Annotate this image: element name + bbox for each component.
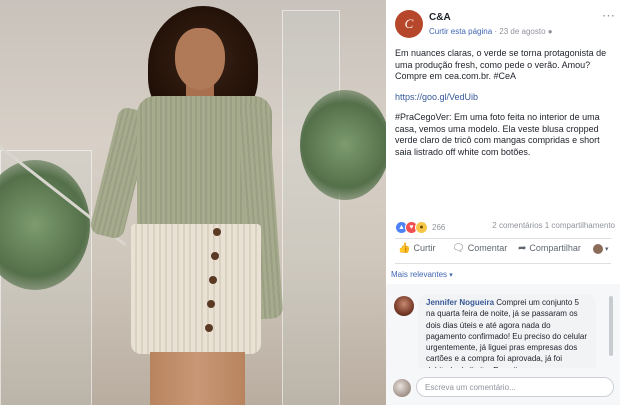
more-options-icon[interactable]: ⋯ [602,9,615,22]
page-name-link[interactable]: C&A [429,12,451,23]
like-page-link[interactable]: Curtir esta página [429,27,492,36]
globe-icon: ● [547,27,553,36]
model-face [175,28,225,90]
comment-label: Comentar [467,243,508,253]
comment-input[interactable] [416,377,614,397]
comment-author[interactable]: Jennifer Nogueira [426,298,494,307]
comment-button[interactable]: 🗨 Comentar [452,243,507,254]
page-avatar[interactable]: C [395,10,423,38]
post-photo[interactable] [0,0,386,405]
comment-icon: 🗨 [452,243,465,254]
post-paragraph: #PraCegoVer: Em uma foto feita no interi… [395,112,600,157]
reaction-avatar-menu[interactable]: ▾ [593,243,609,254]
post-actions: 👍 Curtir 🗨 Comentar ➦ Compartilhar ▾ [395,243,615,259]
post-body: Em nuances claras, o verde se torna prot… [395,48,613,167]
share-icon: ➦ [518,243,527,254]
comment-bubble: Jennifer Nogueira Comprei um conjunto 5 … [418,294,596,376]
chevron-down-icon: ▾ [449,272,453,279]
current-user-avatar [393,379,411,397]
glass-panel-right [282,10,340,405]
skirt-button [207,300,215,308]
plant-right [300,90,386,200]
post-link[interactable]: https://goo.gl/VedUib [395,92,613,104]
divider [395,238,611,239]
reactions-summary[interactable]: ▲ ♥ ● 266 2 comentários 1 compartilhamento [395,221,615,234]
post-sidebar: C C&A Curtir esta página · 23 de agosto … [386,0,620,405]
divider [395,263,611,264]
reaction-count[interactable]: 266 [432,223,445,232]
share-button[interactable]: ➦ Compartilhar [518,243,581,254]
wow-reaction-icon: ● [415,221,428,234]
post-meta: Curtir esta página · 23 de agosto ● [429,27,553,36]
comment-share-counts[interactable]: 2 comentários 1 compartilhamento [492,221,615,230]
skirt-button [209,276,217,284]
model-skirt [131,224,261,354]
like-label: Curtir [413,243,436,253]
comment-composer [386,368,620,405]
skirt-button [213,228,221,236]
comments-scrollbar[interactable] [609,296,613,356]
commenter-avatar[interactable] [394,296,414,316]
post-paragraph: Em nuances claras, o verde se torna prot… [395,48,607,81]
model-legs [150,352,245,405]
sort-label: Mais relevantes [391,270,448,279]
post-date[interactable]: 23 de agosto [499,27,545,36]
comment-sort-dropdown[interactable]: Mais relevantes ▾ [391,270,453,279]
share-label: Compartilhar [529,243,581,253]
comment-text: Comprei um conjunto 5 na quarta feira de… [426,298,587,375]
thumbs-up-icon: 👍 [398,243,411,254]
post-header: C C&A Curtir esta página · 23 de agosto … [395,9,615,40]
user-avatar-icon [593,243,603,254]
skirt-button [205,324,213,332]
like-button[interactable]: 👍 Curtir [398,243,435,254]
skirt-button [211,252,219,260]
chevron-down-icon: ▾ [605,246,609,253]
